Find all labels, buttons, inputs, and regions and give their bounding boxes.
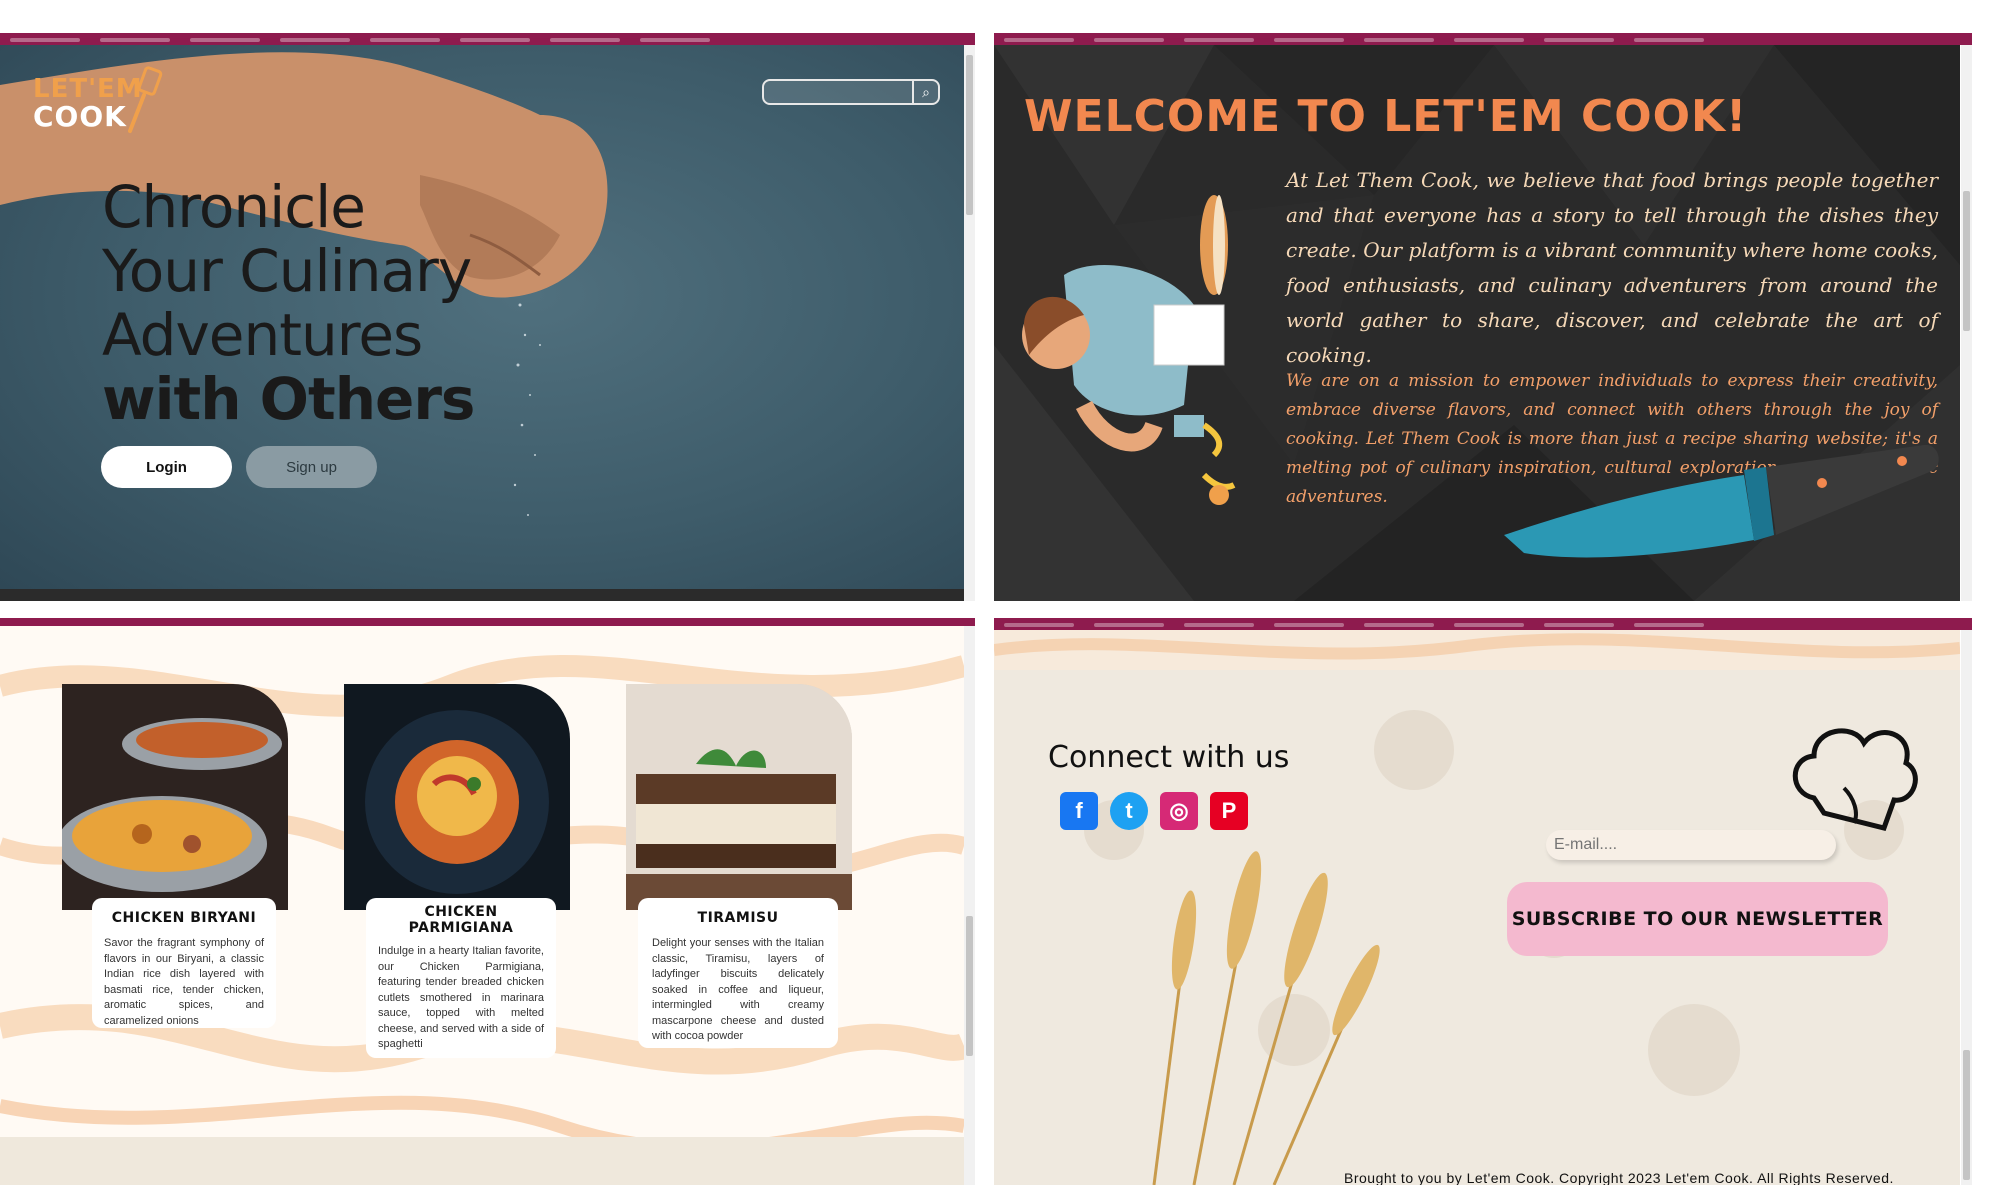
facebook-icon[interactable]: f: [1060, 792, 1098, 830]
bookmarks-bar: [0, 33, 975, 45]
footer-screenshot: Connect with us f t ◎ P SUBSCRIBE TO OUR…: [994, 618, 1972, 1185]
hero-line-2: Your Culinary: [102, 237, 472, 305]
scrollbar[interactable]: [1961, 45, 1972, 601]
scrollbar[interactable]: [964, 45, 975, 601]
about-section: WELCOME TO LET'EM COOK! At Let Them Cook…: [994, 45, 1960, 601]
section-divider: [0, 589, 964, 601]
flour-strip: [0, 1137, 964, 1185]
about-screenshot: WELCOME TO LET'EM COOK! At Let Them Cook…: [994, 33, 1972, 601]
bookmarks-bar: [0, 618, 975, 626]
hero-line-1: Chronicle: [102, 173, 366, 241]
footer-section: Connect with us f t ◎ P SUBSCRIBE TO OUR…: [994, 630, 1960, 1185]
bookmarks-bar: [994, 33, 1972, 45]
about-paragraph-1: At Let Them Cook, we believe that food b…: [1286, 168, 1938, 367]
hero-headline: Chronicle Your Culinary Adventures with …: [102, 173, 475, 433]
search-icon[interactable]: ⌕: [912, 81, 938, 103]
hero-section: LET'EM COOK ⌕ Chronicle Your Culinary Ad…: [0, 45, 964, 601]
knife-illustration: [1504, 445, 1939, 558]
connect-title: Connect with us: [1048, 740, 1290, 775]
chef-hat-icon: [1792, 728, 1918, 831]
login-button[interactable]: Login: [101, 446, 232, 488]
instagram-icon[interactable]: ◎: [1160, 792, 1198, 830]
recipe-description: Delight your senses with the Italian cla…: [652, 937, 824, 1042]
search-box[interactable]: ⌕: [762, 79, 940, 105]
parmigiana-image: [344, 684, 570, 910]
about-title: WELCOME TO LET'EM COOK!: [1024, 91, 1748, 142]
tiramisu-image: [626, 684, 852, 910]
wheat-illustration: [1152, 851, 1380, 1185]
twitter-icon[interactable]: t: [1110, 792, 1148, 830]
scrollbar[interactable]: [1961, 630, 1972, 1185]
signup-button[interactable]: Sign up: [246, 446, 377, 488]
hero-line-4: with Others: [102, 365, 475, 433]
subscribe-button[interactable]: SUBSCRIBE TO OUR NEWSLETTER: [1507, 882, 1888, 956]
recipe-title: CHICKEN BIRYANI: [111, 910, 257, 926]
hero-screenshot: LET'EM COOK ⌕ Chronicle Your Culinary Ad…: [0, 33, 975, 601]
biryani-image: [62, 684, 288, 910]
bookmarks-bar: [994, 618, 1972, 630]
chef-illustration: [1022, 195, 1236, 505]
recipe-title: TIRAMISU: [697, 910, 779, 926]
email-field[interactable]: [1546, 830, 1836, 860]
recipes-section: CHICKEN BIRYANI Savor the fragrant symph…: [0, 626, 964, 1185]
pinterest-icon[interactable]: P: [1210, 792, 1248, 830]
recipe-description: Indulge in a hearty Italian favorite, ou…: [378, 945, 544, 1050]
copyright-text: Brought to you by Let'em Cook. Copyright…: [1344, 1170, 1894, 1185]
recipe-description: Savor the fragrant symphony of flavors i…: [104, 937, 264, 1027]
scrollbar[interactable]: [964, 626, 975, 1185]
hero-line-3: Adventures: [102, 301, 423, 369]
recipes-screenshot: CHICKEN BIRYANI Savor the fragrant symph…: [0, 618, 975, 1185]
spatula-icon: [128, 66, 163, 133]
recipe-title: CHICKEN PARMIGIANA: [408, 904, 514, 936]
